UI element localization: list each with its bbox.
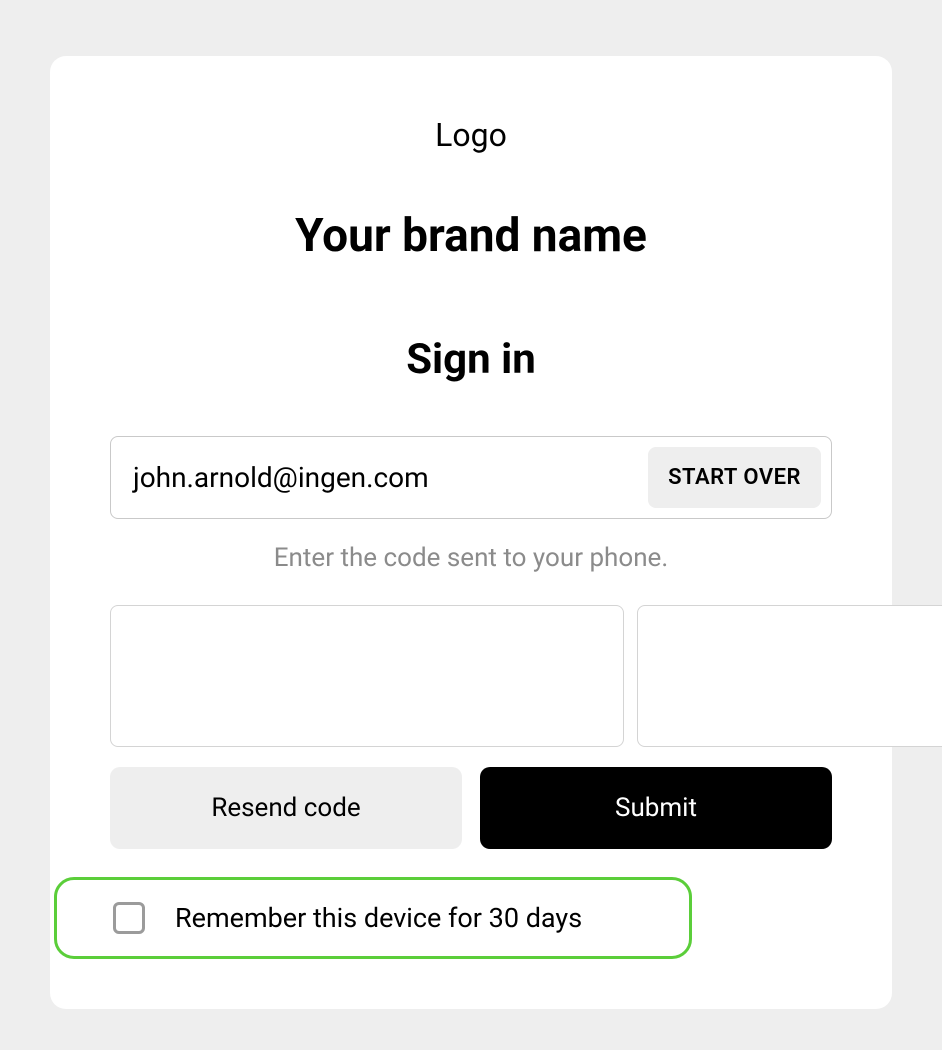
remember-device-checkbox[interactable] [113, 902, 145, 934]
email-display: john.arnold@ingen.com [133, 461, 648, 494]
signin-title: Sign in [110, 335, 832, 384]
remember-device-label[interactable]: Remember this device for 30 days [175, 902, 582, 934]
start-over-button[interactable]: START OVER [648, 447, 821, 508]
remember-device-container: Remember this device for 30 days [54, 877, 692, 959]
code-input-2[interactable] [637, 605, 942, 747]
submit-button[interactable]: Submit [480, 767, 832, 849]
brand-name: Your brand name [110, 209, 832, 263]
instruction-text: Enter the code sent to your phone. [110, 543, 832, 573]
resend-code-button[interactable]: Resend code [110, 767, 462, 849]
signin-card: Logo Your brand name Sign in john.arnold… [50, 56, 892, 1009]
email-row: john.arnold@ingen.com START OVER [110, 436, 832, 519]
logo: Logo [110, 116, 832, 154]
action-button-row: Resend code Submit [110, 767, 832, 849]
code-input-1[interactable] [110, 605, 624, 747]
code-input-group [110, 605, 832, 747]
